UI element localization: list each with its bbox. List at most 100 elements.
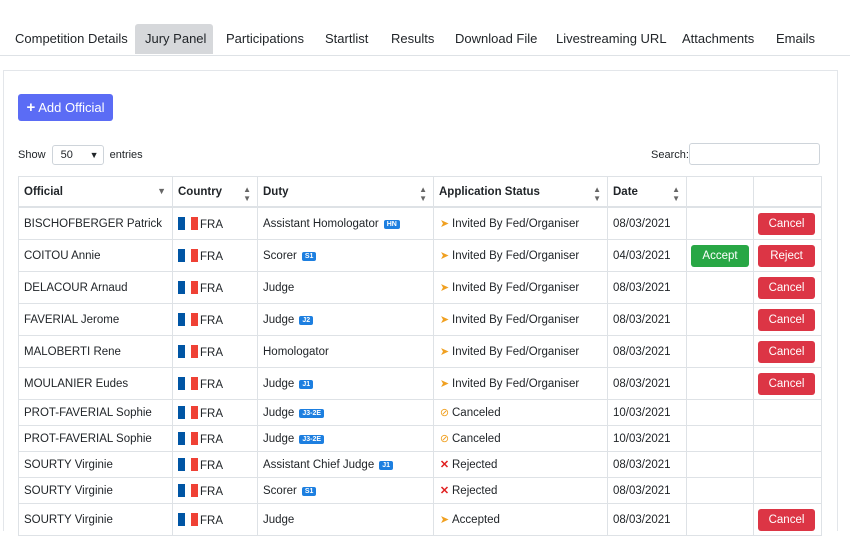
add-official-button[interactable]: + Add Official [18, 94, 113, 121]
status-label: Invited By Fed/Organiser [452, 218, 580, 230]
date-cell: 08/03/2021 [607, 503, 687, 536]
duty-label: Judge [263, 432, 295, 445]
status-cell: ⊘ Canceled [433, 399, 608, 426]
france-flag-icon [178, 216, 198, 230]
tab-download-file[interactable]: Download File [445, 24, 547, 54]
search-input[interactable] [689, 143, 820, 165]
country-cell: FRA [172, 399, 258, 426]
entries-length-control: Show 50 ▼ entries [18, 145, 143, 166]
chevron-down-icon: ▼ [89, 150, 99, 161]
sort-icon: ▲ ▼ [243, 185, 251, 203]
france-flag-icon [178, 280, 198, 294]
duty-label: Judge [263, 313, 295, 326]
duty-code-badge: J3-2E [299, 408, 325, 418]
status-cell: ➤ Invited By Fed/Organiser [433, 271, 608, 304]
tab-jury-panel[interactable]: Jury Panel [135, 24, 213, 54]
table-row: DELACOUR Arnaud FRA Judge ➤ Invited By Fed/O… [18, 271, 822, 304]
action-cell: Cancel [753, 206, 822, 240]
duty-label: Homologator [263, 345, 329, 358]
tab-emails[interactable]: Emails [766, 24, 825, 54]
cancel-button[interactable]: Cancel [758, 276, 815, 299]
duty-cell: Judge J1 [257, 367, 434, 400]
paper-plane-icon: ➤ [439, 282, 450, 294]
cross-icon: ✕ [439, 485, 450, 497]
country-code: FRA [200, 485, 223, 498]
paper-plane-icon: ➤ [439, 250, 450, 262]
official-name: MALOBERTI Rene [18, 335, 173, 368]
tab-livestreaming-url[interactable]: Livestreaming URL [546, 24, 677, 54]
cancel-button[interactable]: Cancel [758, 212, 815, 235]
column-date[interactable]: Date ▲ ▼ [607, 176, 687, 208]
table-row: COITOU Annie FRA Scorer S1 ➤ Invited By Fed/O… [18, 239, 822, 272]
paper-plane-icon: ➤ [439, 314, 450, 326]
cancel-button[interactable]: Cancel [758, 340, 815, 363]
duty-label: Assistant Homologator [263, 217, 379, 230]
table-row: SOURTY Virginie FRA Judge ➤ Accepted 08/03/20… [18, 503, 822, 536]
action-cell: Reject [753, 239, 822, 272]
country-code: FRA [200, 250, 223, 263]
reject-button[interactable]: Reject [758, 244, 815, 267]
tab-participations[interactable]: Participations [216, 24, 314, 54]
country-cell: FRA [172, 335, 258, 368]
sort-desc-icon: ▼ [157, 186, 166, 196]
tab-attachments[interactable]: Attachments [672, 24, 764, 54]
france-flag-icon [178, 248, 198, 262]
official-name: DELACOUR Arnaud [18, 271, 173, 304]
column-duty[interactable]: Duty ▲ ▼ [257, 176, 434, 208]
country-cell: FRA [172, 303, 258, 336]
action-cell [753, 399, 822, 426]
tab-startlist[interactable]: Startlist [315, 24, 378, 54]
status-cell: ➤ Invited By Fed/Organiser [433, 239, 608, 272]
country-cell: FRA [172, 206, 258, 240]
status-label: Canceled [452, 433, 501, 445]
status-label: Invited By Fed/Organiser [452, 314, 580, 326]
duty-code-badge: J2 [299, 315, 314, 325]
ban-icon: ⊘ [439, 407, 450, 419]
duty-label: Judge [263, 377, 295, 390]
column-official[interactable]: Official ▼ [18, 176, 173, 208]
accept-cell [686, 477, 754, 504]
duty-cell: Judge J3-2E [257, 425, 434, 452]
status-label: Rejected [452, 485, 498, 497]
country-cell: FRA [172, 451, 258, 478]
duty-code-badge: S1 [301, 486, 317, 496]
country-cell: FRA [172, 367, 258, 400]
column-application-status[interactable]: Application Status ▲ ▼ [433, 176, 608, 208]
duty-label: Assistant Chief Judge [263, 458, 375, 471]
duty-code-badge: J3-2E [299, 434, 325, 444]
date-cell: 08/03/2021 [607, 367, 687, 400]
country-cell: FRA [172, 503, 258, 536]
column-country[interactable]: Country ▲ ▼ [172, 176, 258, 208]
status-cell: ➤ Invited By Fed/Organiser [433, 335, 608, 368]
add-official-label: Add Official [38, 100, 105, 115]
duty-label: Judge [263, 281, 295, 294]
country-code: FRA [200, 378, 223, 391]
france-flag-icon [178, 483, 198, 497]
accept-cell [686, 335, 754, 368]
country-cell: FRA [172, 239, 258, 272]
entries-select[interactable]: 50 ▼ [51, 145, 104, 166]
country-code: FRA [200, 314, 223, 327]
table-row: MOULANIER Eudes FRA Judge J1 ➤ Invited By Fed… [18, 367, 822, 400]
accept-cell [686, 303, 754, 336]
action-cell: Cancel [753, 271, 822, 304]
official-name: COITOU Annie [18, 239, 173, 272]
cancel-button[interactable]: Cancel [758, 308, 815, 331]
date-cell: 04/03/2021 [607, 239, 687, 272]
entries-label: entries [109, 149, 143, 161]
duty-code-badge: HN [383, 219, 400, 229]
duty-cell: Judge [257, 503, 434, 536]
accept-button[interactable]: Accept [691, 244, 749, 267]
duty-label: Scorer [263, 484, 297, 497]
cancel-button[interactable]: Cancel [758, 372, 815, 395]
status-label: Invited By Fed/Organiser [452, 282, 580, 294]
status-cell: ➤ Invited By Fed/Organiser [433, 206, 608, 240]
country-code: FRA [200, 459, 223, 472]
france-flag-icon [178, 457, 198, 471]
status-cell: ➤ Invited By Fed/Organiser [433, 303, 608, 336]
official-name: FAVERIAL Jerome [18, 303, 173, 336]
cancel-button[interactable]: Cancel [758, 508, 815, 531]
duty-cell: Assistant Chief Judge J1 [257, 451, 434, 478]
tab-competition-details[interactable]: Competition Details [5, 24, 138, 54]
tab-results[interactable]: Results [381, 24, 444, 54]
